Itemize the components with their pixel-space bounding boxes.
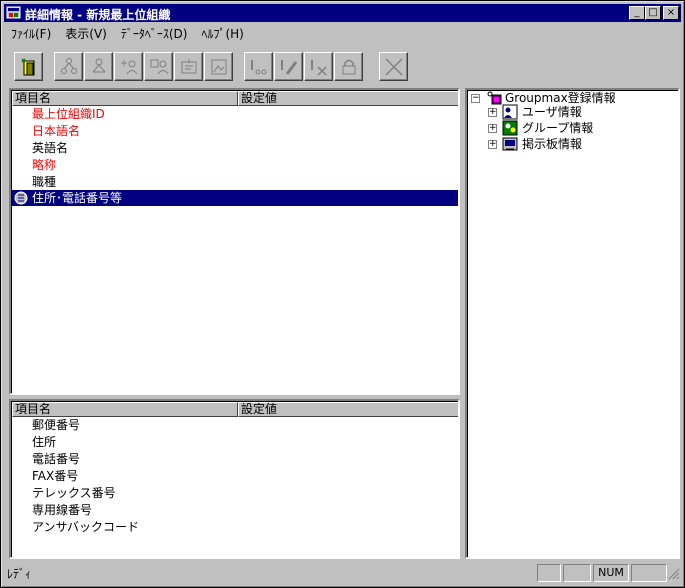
table-row[interactable]: アンサバックコード <box>12 519 458 535</box>
table-row[interactable]: FAX番号 <box>12 468 458 484</box>
user-info-icon <box>502 104 518 120</box>
maximize-button[interactable]: □ <box>645 6 661 20</box>
organization-tree-icon <box>61 58 77 74</box>
tree-item-label: ユーザ情報 <box>522 105 582 119</box>
row-label: 日本語名 <box>32 124 81 138</box>
row-label: 略称 <box>32 158 57 172</box>
row-label: テレックス番号 <box>32 486 116 500</box>
column-header-value[interactable]: 設定値 <box>238 402 458 417</box>
menu-file[interactable]: ﾌｧｲﾙ(F) <box>4 23 58 42</box>
table-row-selected[interactable]: 住所･電話番号等 <box>12 190 458 206</box>
app-icon <box>6 6 21 19</box>
tree-item-label: グループ情報 <box>522 121 594 135</box>
row-label: FAX番号 <box>32 469 79 483</box>
table-row[interactable]: 郵便番号 <box>12 417 458 433</box>
maximize-icon: □ <box>648 7 658 18</box>
edit-item-button[interactable] <box>174 52 203 81</box>
item-list-pane[interactable]: 項目名 設定値 最上位組織ID 日本語名 英語名 略称 職種 住所･電話番号等 <box>9 88 460 395</box>
row-label: 専用線番号 <box>32 503 93 517</box>
status-bar: ﾚﾃﾞｨ NUM <box>4 562 681 584</box>
minimize-icon: _ <box>634 7 640 18</box>
close-icon: × <box>666 7 676 18</box>
new-organization-icon <box>21 58 35 76</box>
table-row[interactable]: 略称 <box>12 157 458 173</box>
row-label: 英語名 <box>32 141 69 155</box>
image-view-icon <box>211 59 227 75</box>
bulletin-board-icon <box>502 137 518 151</box>
groupmax-icon <box>487 91 502 105</box>
minimize-button[interactable]: _ <box>629 6 645 20</box>
row-label: 職種 <box>32 175 57 189</box>
members-icon <box>150 59 169 75</box>
collapse-icon[interactable]: − <box>471 94 480 103</box>
organization-tree-button[interactable] <box>54 52 83 81</box>
status-num-indicator: NUM <box>593 564 629 582</box>
toolbar <box>4 47 681 87</box>
table-row[interactable]: 電話番号 <box>12 451 458 467</box>
add-member-icon <box>121 60 138 75</box>
row-label: 郵便番号 <box>32 418 81 432</box>
edit-item-icon <box>181 59 197 74</box>
column-header-item[interactable]: 項目名 <box>12 402 238 417</box>
cut-link-icon <box>311 60 327 76</box>
menu-help[interactable]: ﾍﾙﾌﾟ(H) <box>194 23 250 42</box>
row-label: 最上位組織ID <box>32 107 105 121</box>
close-button[interactable]: × <box>663 6 679 20</box>
row-label: 電話番号 <box>32 452 81 466</box>
table-row[interactable]: 職種 <box>12 174 458 190</box>
status-text: ﾚﾃﾞｨ <box>7 567 32 581</box>
cut-link-button[interactable] <box>304 52 333 81</box>
sub-item-list-pane[interactable]: 項目名 設定値 郵便番号 住所 電話番号 FAX番号 テレックス番号 専用線番号… <box>9 399 460 559</box>
row-label: 住所 <box>32 435 57 449</box>
edit-pencil-button[interactable] <box>274 52 303 81</box>
address-book-icon <box>14 191 28 205</box>
status-cell-blank <box>563 564 591 582</box>
expand-icon[interactable]: + <box>488 124 497 133</box>
table-row[interactable]: 日本語名 <box>12 123 458 139</box>
expand-icon[interactable]: + <box>488 140 497 149</box>
expand-icon[interactable]: + <box>488 108 497 117</box>
table-row[interactable]: 最上位組織ID <box>12 106 458 122</box>
registration-tree-pane[interactable]: − Groupmax登録情報 + ユーザ情報 + グループ情報 + 掲示板情報 <box>465 88 680 559</box>
image-view-button[interactable] <box>204 52 233 81</box>
window-title: 詳細情報 - 新規最上位組織 <box>25 8 171 22</box>
connect-button[interactable] <box>244 52 273 81</box>
resize-grip-icon[interactable] <box>668 568 680 580</box>
lock-icon <box>342 59 356 75</box>
status-cell-scroll <box>631 564 667 582</box>
column-header-value[interactable]: 設定値 <box>238 91 458 106</box>
group-info-icon <box>502 120 518 136</box>
organization-node-icon <box>92 58 106 73</box>
menu-database[interactable]: ﾃﾞｰﾀﾍﾞｰｽ(D) <box>114 23 195 42</box>
status-cell-caps <box>537 564 561 582</box>
new-organization-button[interactable] <box>14 52 43 81</box>
lock-button[interactable] <box>334 52 363 81</box>
delete-button[interactable] <box>379 52 408 81</box>
table-row[interactable]: 住所 <box>12 434 458 450</box>
table-row[interactable]: テレックス番号 <box>12 485 458 501</box>
members-button[interactable] <box>144 52 173 81</box>
table-row[interactable]: 専用線番号 <box>12 502 458 518</box>
organization-node-button[interactable] <box>84 52 113 81</box>
add-member-button[interactable] <box>114 52 143 81</box>
connect-icon <box>251 60 267 75</box>
delete-x-icon <box>385 58 403 76</box>
column-header-item[interactable]: 項目名 <box>12 91 238 106</box>
edit-pencil-icon <box>281 60 298 75</box>
row-label: アンサバックコード <box>32 520 140 534</box>
row-label: 住所･電話番号等 <box>32 191 123 205</box>
main-window: 詳細情報 - 新規最上位組織 _ □ × ﾌｧｲﾙ(F) 表示(V) ﾃﾞｰﾀﾍ… <box>0 0 685 588</box>
title-bar[interactable]: 詳細情報 - 新規最上位組織 _ □ × <box>4 4 681 22</box>
tree-item-label: 掲示板情報 <box>522 137 583 151</box>
menu-bar: ﾌｧｲﾙ(F) 表示(V) ﾃﾞｰﾀﾍﾞｰｽ(D) ﾍﾙﾌﾟ(H) <box>4 23 681 43</box>
table-row[interactable]: 英語名 <box>12 140 458 156</box>
menu-view[interactable]: 表示(V) <box>58 23 114 42</box>
